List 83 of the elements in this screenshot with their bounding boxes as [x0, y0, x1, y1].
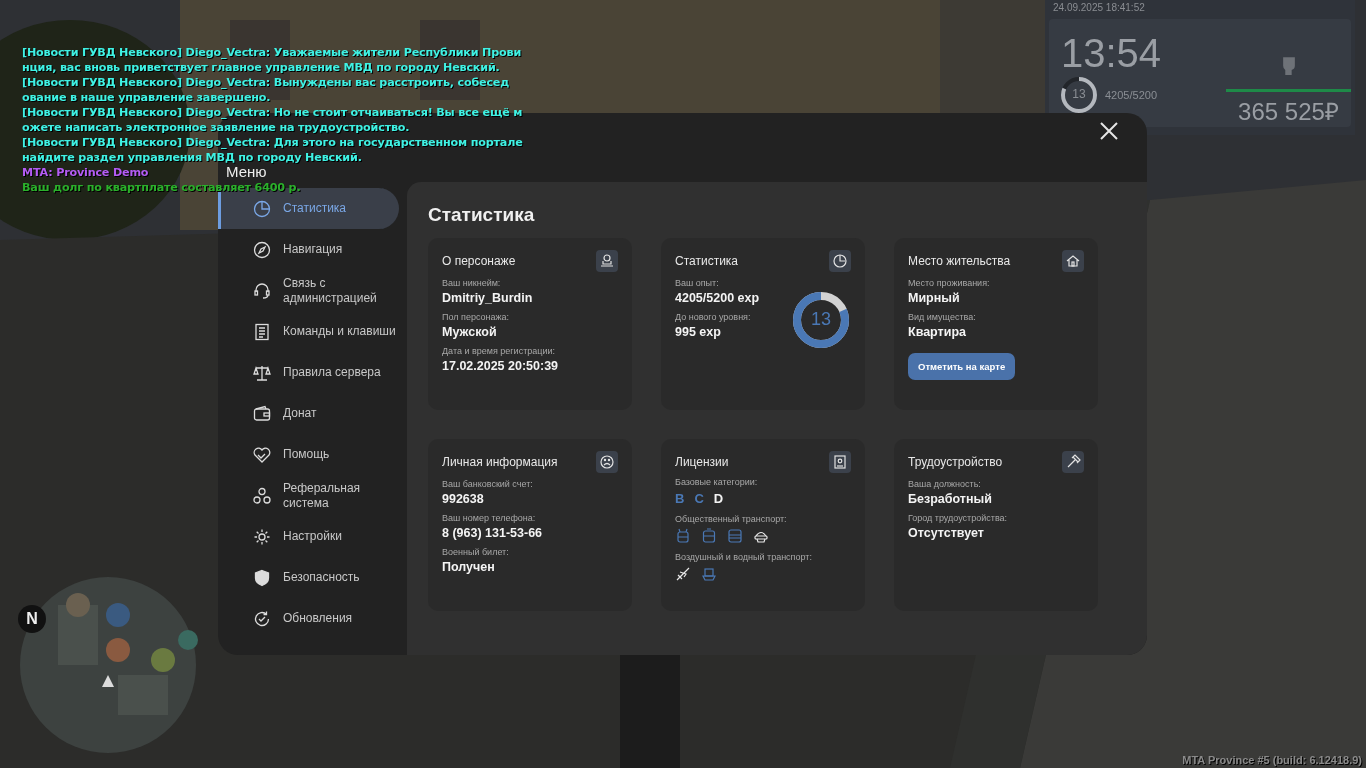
field-label: Ваш опыт:: [675, 278, 720, 288]
chat-message: ование в наше управление завершено.: [22, 90, 271, 105]
field-label: Пол персонажа:: [442, 312, 511, 322]
field-label: Военный билет:: [442, 547, 510, 557]
sidebar-item[interactable]: Безопасность: [218, 557, 399, 598]
card-title: Личная информация: [442, 455, 558, 469]
sidebar-item[interactable]: Настройки: [218, 516, 399, 557]
clock-icon: [829, 250, 851, 272]
level-ring: [791, 290, 851, 350]
chat-message: найдите раздел управления МВД по городу Невский.: [22, 150, 362, 165]
card-title: Место жительства: [908, 254, 1011, 268]
mark-on-map-button[interactable]: Отметить на карте: [908, 353, 1016, 380]
card-title: Трудоустройство: [908, 455, 1003, 469]
level-number: 13: [1071, 87, 1087, 101]
headset-icon: [253, 281, 271, 300]
house-icon: [1062, 250, 1084, 272]
sidebar-item[interactable]: Обновления: [218, 598, 399, 639]
build-info: MTA Province #5 (build: 6.12418.9): [1182, 754, 1362, 766]
sidebar-item[interactable]: Донат: [218, 393, 399, 434]
field-value: 995 exp: [675, 325, 722, 339]
experience-text: 4205/5200: [1105, 89, 1157, 101]
field-value: 17.02.2025 20:50:39: [442, 359, 559, 373]
wallet-icon: [253, 404, 271, 423]
chat-message: нция, вас вновь приветствует главное управление МВД по городу Невский.: [22, 60, 500, 75]
field-label: Место проживания:: [908, 278, 990, 288]
field-label: Город трудоустройства:: [908, 513, 1008, 523]
chat-message: [Новости ГУВД Невского] Diego_Vectra: Уважаемые жители Республики Прови: [22, 45, 522, 60]
network-icon: [253, 486, 271, 505]
sidebar-item[interactable]: Правила сервера: [218, 352, 399, 393]
sidebar-item[interactable]: Связь с администрацией: [218, 270, 399, 311]
shield-icon: [253, 568, 271, 587]
heart-icon: [253, 445, 271, 464]
field-label: Ваш никнейм:: [442, 278, 502, 288]
card-title: Статистика: [675, 254, 739, 268]
chat-message: MTA: Province Demo: [22, 165, 149, 180]
field-value: 4205/5200 exp: [675, 291, 760, 305]
menu-title: Меню: [226, 164, 267, 179]
chat-message: [Новости ГУВД Невского] Diego_Vectra: Вынуждены вас расстроить, собесед: [22, 75, 510, 90]
section-heading: Статистика: [428, 204, 536, 226]
refresh-icon: [253, 609, 271, 628]
field-label: До нового уровня:: [675, 312, 752, 322]
chat-message: ожете написать электронное заявление на трудоустройство.: [22, 120, 410, 135]
compass-icon: [253, 240, 271, 259]
clock-time: 13:54: [1061, 30, 1163, 77]
field-label: Вид имущества:: [908, 312, 977, 322]
sidebar-item[interactable]: Навигация: [218, 229, 399, 270]
settings-icon: [253, 527, 271, 546]
field-value: Получен: [442, 560, 496, 574]
face-icon: [596, 451, 618, 473]
field-value: Мирный: [908, 291, 961, 305]
level-number: 13: [810, 309, 832, 330]
field-value: Мужской: [442, 325, 498, 339]
document-icon: [253, 322, 271, 341]
field-value: Квартира: [908, 325, 967, 339]
field-value: 8 (963) 131-53-66: [442, 526, 543, 540]
field-label: Ваша должность:: [908, 479, 982, 489]
field-label: Ваш номер телефона:: [442, 513, 537, 523]
pie-chart-icon: [253, 199, 271, 218]
field-label: Общественный транспорт:: [675, 514, 788, 524]
field-value: Отсутствует: [908, 526, 985, 540]
sidebar-item[interactable]: Команды и клавиши: [218, 311, 399, 352]
license-category: D: [713, 491, 724, 506]
chat-message: [Новости ГУВД Невского] Diego_Vectra: Для этого на государственном портале: [22, 135, 523, 150]
field-value: Dmitriy_Burdin: [442, 291, 534, 305]
date-time: 24.09.2025 18:41:52: [1052, 1, 1146, 15]
money-amount: 365 525₽: [1238, 97, 1339, 127]
card-title: О персонаже: [442, 254, 516, 268]
scales-icon: [253, 363, 271, 382]
sidebar-item[interactable]: Реферальная система: [218, 475, 399, 516]
hammer-icon: [1062, 451, 1084, 473]
id-card-icon: [829, 451, 851, 473]
close-icon[interactable]: [1099, 120, 1119, 141]
field-label: Ваш банковский счет:: [442, 479, 534, 489]
card-title: Лицензии: [675, 455, 729, 469]
license-category: B: [675, 491, 685, 506]
field-value: 992638: [442, 492, 485, 506]
license-category: C: [694, 491, 704, 506]
chat-message: [Новости ГУВД Невского] Diego_Vectra: Но не стоит отчаиваться! Вы все ещё м: [22, 105, 523, 120]
field-value: Безработный: [908, 492, 993, 506]
field-label: Дата и время регистрации:: [442, 346, 556, 356]
sidebar-item[interactable]: Помощь: [218, 434, 399, 475]
field-label: Базовые категории:: [675, 477, 759, 487]
field-label: Воздушный и водный транспорт:: [675, 552, 813, 562]
